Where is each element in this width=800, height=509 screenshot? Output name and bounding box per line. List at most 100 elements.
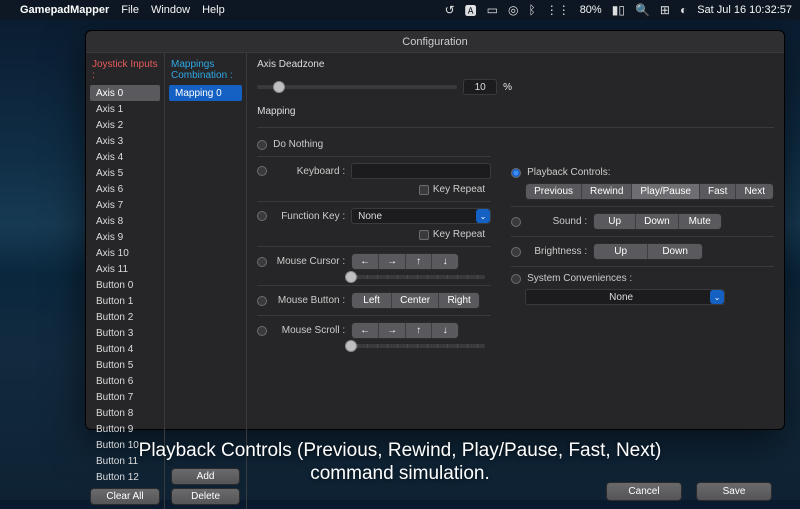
segment[interactable]: ↓ [432, 323, 458, 338]
siri-icon[interactable]: ◐ [680, 3, 687, 17]
menu-window[interactable]: Window [151, 4, 190, 16]
segment[interactable]: Down [636, 214, 679, 229]
mouse-scroll-speed-slider[interactable] [345, 344, 485, 348]
joystick-item[interactable]: Axis 9 [90, 229, 160, 245]
segment[interactable]: → [379, 323, 406, 338]
app-name[interactable]: GamepadMapper [20, 4, 109, 16]
display-icon[interactable]: ▭ [487, 3, 498, 17]
joystick-inputs-header: Joystick Inputs : [92, 59, 158, 81]
joystick-item[interactable]: Axis 11 [90, 261, 160, 277]
segment[interactable]: Previous [526, 184, 582, 199]
radio-do-nothing[interactable] [257, 140, 267, 150]
clear-all-button[interactable]: Clear All [90, 488, 160, 505]
joystick-item[interactable]: Button 7 [90, 389, 160, 405]
segment[interactable]: Mute [679, 214, 721, 229]
radio-mouse-scroll[interactable] [257, 326, 267, 336]
keyboard-repeat-checkbox[interactable] [419, 185, 429, 195]
brightness-seg[interactable]: UpDown [593, 243, 703, 260]
segment[interactable]: ← [352, 254, 379, 269]
battery-text[interactable]: 80% [580, 4, 602, 16]
joystick-item[interactable]: Button 8 [90, 405, 160, 421]
joystick-item[interactable]: Button 6 [90, 373, 160, 389]
segment[interactable]: Left [352, 293, 392, 308]
joystick-item[interactable]: Axis 6 [90, 181, 160, 197]
search-icon[interactable]: 🔍 [635, 3, 650, 17]
clock-text: Sat Jul 16 10:32:57 [697, 4, 792, 16]
joystick-item[interactable]: Axis 0 [90, 85, 160, 101]
joystick-item[interactable]: Button 0 [90, 277, 160, 293]
menu-help[interactable]: Help [202, 4, 225, 16]
joystick-item[interactable]: Axis 2 [90, 117, 160, 133]
delete-button[interactable]: Delete [171, 488, 240, 505]
joystick-item[interactable]: Button 5 [90, 357, 160, 373]
mouse-cursor-seg[interactable]: ←→↑↓ [351, 253, 459, 270]
segment[interactable]: ← [352, 323, 379, 338]
segment[interactable]: Play/Pause [632, 184, 700, 199]
mouse-button-seg[interactable]: LeftCenterRight [351, 292, 480, 309]
segment[interactable]: Up [594, 244, 648, 259]
mouse-scroll-seg[interactable]: ←→↑↓ [351, 322, 459, 339]
radio-keyboard[interactable] [257, 166, 267, 176]
wifi-icon[interactable]: ⋮⋮ [546, 3, 570, 17]
mouse-button-label: Mouse Button : [273, 295, 345, 306]
segment[interactable]: Center [392, 293, 439, 308]
joystick-item[interactable]: Button 9 [90, 421, 160, 437]
joystick-item[interactable]: Axis 5 [90, 165, 160, 181]
segment[interactable]: ↑ [406, 254, 432, 269]
control-center-icon[interactable]: ⊞ [660, 3, 670, 17]
segment[interactable]: → [379, 254, 406, 269]
sysconv-value: None [532, 292, 710, 303]
bluetooth-icon[interactable]: ᛒ [528, 3, 535, 17]
radio-mouse-cursor[interactable] [257, 257, 267, 267]
segment[interactable]: ↓ [432, 254, 458, 269]
menu-file[interactable]: File [121, 4, 139, 16]
keyboard-field[interactable] [351, 163, 491, 179]
function-key-label: Function Key : [273, 211, 345, 222]
joystick-item[interactable]: Axis 8 [90, 213, 160, 229]
mapping-item[interactable]: Mapping 0 [169, 85, 242, 101]
joystick-item[interactable]: Axis 1 [90, 101, 160, 117]
radio-brightness[interactable] [511, 247, 521, 257]
history-icon[interactable]: ↺ [445, 3, 455, 17]
chevron-down-icon: ⌄ [476, 209, 490, 223]
menubar: GamepadMapper File Window Help ↺ 🅰 ▭ ◎ ᛒ… [0, 0, 800, 20]
joystick-item[interactable]: Button 1 [90, 293, 160, 309]
joystick-item[interactable]: Button 2 [90, 309, 160, 325]
joystick-item[interactable]: Axis 4 [90, 149, 160, 165]
segment[interactable]: Next [736, 184, 773, 199]
mappings-list[interactable]: Mapping 0 [169, 85, 242, 465]
function-key-select[interactable]: None ⌄ [351, 208, 491, 224]
function-key-value: None [358, 211, 382, 222]
mouse-cursor-speed-slider[interactable] [345, 275, 485, 279]
axis-deadzone-slider[interactable] [257, 85, 457, 89]
battery-icon[interactable]: ▮▯ [612, 3, 625, 17]
joystick-item[interactable]: Axis 7 [90, 197, 160, 213]
segment[interactable]: Rewind [582, 184, 632, 199]
function-repeat-checkbox[interactable] [419, 230, 429, 240]
radio-playback[interactable] [511, 168, 521, 178]
keyboard-repeat-label: Key Repeat [433, 184, 485, 195]
input-icon[interactable]: 🅰 [465, 2, 477, 19]
joystick-item[interactable]: Button 3 [90, 325, 160, 341]
mouse-scroll-label: Mouse Scroll : [273, 325, 345, 336]
segment[interactable]: Down [648, 244, 702, 259]
radio-sysconv[interactable] [511, 274, 521, 284]
joystick-inputs-list[interactable]: Axis 0Axis 1Axis 2Axis 3Axis 4Axis 5Axis… [90, 85, 160, 485]
sound-seg[interactable]: UpDownMute [593, 213, 722, 230]
airdrop-icon[interactable]: ◎ [508, 3, 518, 17]
radio-function-key[interactable] [257, 211, 267, 221]
caption-line-2: command simulation. [0, 462, 800, 486]
radio-mouse-button[interactable] [257, 296, 267, 306]
segment[interactable]: ↑ [406, 323, 432, 338]
joystick-item[interactable]: Button 4 [90, 341, 160, 357]
sysconv-select[interactable]: None ⌄ [525, 289, 725, 305]
playback-seg[interactable]: PreviousRewindPlay/PauseFastNext [525, 183, 774, 200]
radio-sound[interactable] [511, 217, 521, 227]
segment[interactable]: Up [594, 214, 636, 229]
function-repeat-label: Key Repeat [433, 229, 485, 240]
segment[interactable]: Right [439, 293, 479, 308]
joystick-item[interactable]: Axis 10 [90, 245, 160, 261]
segment[interactable]: Fast [700, 184, 736, 199]
joystick-item[interactable]: Axis 3 [90, 133, 160, 149]
axis-deadzone-value[interactable]: 10 [463, 79, 497, 95]
